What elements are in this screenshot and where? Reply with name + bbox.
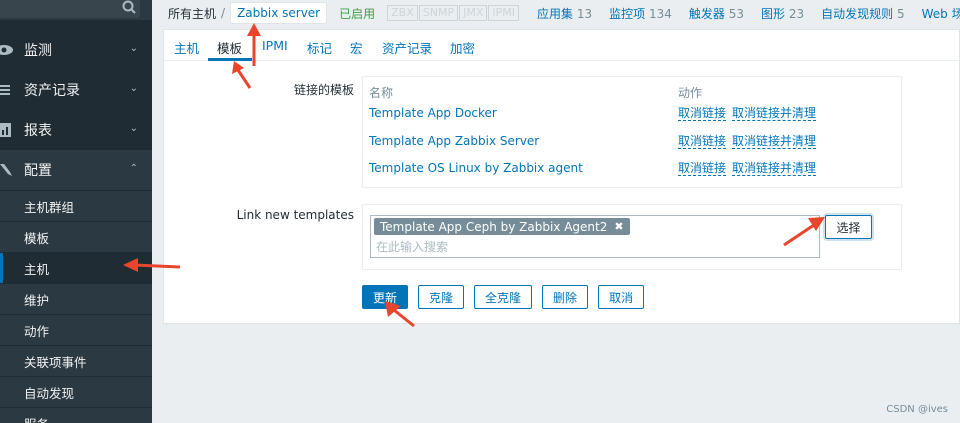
link-discovery-rules[interactable]: 自动发现规则 5 — [821, 5, 904, 22]
chevron-down-icon: ⌄ — [129, 123, 138, 134]
chevron-down-icon: ⌄ — [129, 83, 138, 94]
sidebar-item-configuration[interactable]: 配置 ⌃ — [0, 150, 152, 190]
watermark: CSDN @ives — [886, 404, 948, 415]
sidebar-item-actions[interactable]: 动作 — [0, 314, 152, 345]
template-multiselect[interactable]: Template App Ceph by Zabbix Agent2 ✖ — [370, 215, 820, 258]
tab-inventory[interactable]: 资产记录 — [382, 38, 432, 57]
breadcrumb-current-host[interactable]: Zabbix server — [230, 2, 328, 24]
sidebar-item-reports[interactable]: 报表 ⌄ — [0, 110, 152, 150]
link-items[interactable]: 监控项 134 — [609, 5, 672, 22]
column-header-name: 名称 — [369, 86, 394, 100]
bar-chart-icon — [0, 123, 11, 137]
link-web-scenarios[interactable]: Web 场景 — [922, 5, 960, 22]
sidebar-item-label: 资产记录 — [24, 83, 80, 99]
full-clone-button[interactable]: 全克隆 — [474, 285, 533, 309]
link-new-templates-label: Link new templates — [236, 208, 354, 222]
template-link[interactable]: Template OS Linux by Zabbix agent — [369, 161, 583, 175]
breadcrumb: 所有主机 / Zabbix server 已启用 ZBX SNMP JMX IP… — [152, 0, 960, 26]
sidebar-item-label: 监测 — [24, 43, 52, 59]
wrench-icon — [0, 164, 12, 176]
availability-ipmi: IPMI — [488, 5, 519, 21]
unlink-and-clear-link[interactable]: 取消链接并清理 — [732, 134, 817, 149]
status-badge[interactable]: 已启用 — [339, 5, 375, 22]
link-applications[interactable]: 应用集 13 — [537, 5, 592, 22]
unlink-link[interactable]: 取消链接 — [678, 106, 727, 121]
selected-template-chip: Template App Ceph by Zabbix Agent2 ✖ — [374, 218, 630, 235]
host-form-panel: 主机 模板 IPMI 标记 宏 资产记录 加密 链接的模板 名称 动作 Temp… — [163, 29, 960, 324]
template-link[interactable]: Template App Zabbix Server — [369, 134, 539, 148]
sidebar-item-label: 配置 — [24, 163, 52, 179]
sidebar-submenu: 主机群组 模板 主机 维护 动作 关联项事件 自动发现 服务 — [0, 190, 152, 423]
tab-host[interactable]: 主机 — [174, 38, 199, 57]
sidebar-item-discovery[interactable]: 自动发现 — [0, 376, 152, 407]
template-link[interactable]: Template App Docker — [369, 106, 497, 120]
chevron-up-icon: ⌃ — [129, 163, 138, 174]
select-button[interactable]: 选择 — [825, 215, 872, 239]
link-graphs[interactable]: 图形 23 — [761, 5, 804, 22]
sidebar-item-monitoring[interactable]: 监测 ⌄ — [0, 30, 152, 70]
column-header-action: 动作 — [678, 86, 703, 100]
unlink-and-clear-link[interactable]: 取消链接并清理 — [732, 161, 817, 176]
annotation-arrow-icon — [123, 258, 180, 272]
unlink-link[interactable]: 取消链接 — [678, 161, 727, 176]
cancel-button[interactable]: 取消 — [598, 285, 645, 309]
chip-label: Template App Ceph by Zabbix Agent2 — [380, 219, 608, 234]
sidebar-item-services[interactable]: 服务 — [0, 407, 152, 423]
sidebar-item-maintenance[interactable]: 维护 — [0, 283, 152, 314]
annotation-arrow-icon — [385, 301, 415, 328]
sidebar-item-event-correlation[interactable]: 关联项事件 — [0, 345, 152, 376]
tab-tags[interactable]: 标记 — [307, 38, 332, 57]
close-icon[interactable]: ✖ — [614, 220, 623, 233]
breadcrumb-all-hosts[interactable]: 所有主机 — [168, 5, 216, 22]
unlink-link[interactable]: 取消链接 — [678, 134, 727, 149]
list-icon — [0, 85, 10, 95]
sidebar-search-input[interactable] — [0, 0, 140, 18]
clone-button[interactable]: 克隆 — [418, 285, 465, 309]
tab-encryption[interactable]: 加密 — [450, 38, 475, 57]
sidebar-search — [0, 0, 152, 20]
delete-button[interactable]: 删除 — [542, 285, 589, 309]
linked-templates-table: 名称 动作 Template App Docker 取消链接 取消链接并清理 T… — [362, 76, 902, 188]
sidebar-item-host-groups[interactable]: 主机群组 — [0, 190, 152, 221]
annotation-arrow-icon — [783, 217, 825, 247]
sidebar-item-inventory[interactable]: 资产记录 ⌄ — [0, 70, 152, 110]
tab-macros[interactable]: 宏 — [350, 38, 363, 57]
availability-zbx: ZBX — [387, 5, 418, 21]
eye-icon — [0, 45, 13, 55]
tab-bar: 主机 模板 IPMI 标记 宏 资产记录 加密 — [164, 30, 960, 61]
template-search-input[interactable] — [376, 238, 806, 256]
unlink-and-clear-link[interactable]: 取消链接并清理 — [732, 106, 817, 121]
tab-ipmi[interactable]: IPMI — [262, 38, 288, 53]
availability-jmx: JMX — [459, 5, 488, 21]
chevron-down-icon: ⌄ — [129, 43, 138, 54]
link-triggers[interactable]: 触发器 53 — [689, 5, 744, 22]
sidebar-item-templates[interactable]: 模板 — [0, 221, 152, 252]
search-icon[interactable] — [120, 0, 138, 16]
breadcrumb-separator: / — [221, 6, 226, 20]
tab-templates[interactable]: 模板 — [217, 38, 242, 57]
sidebar: 监测 ⌄ 资产记录 ⌄ 报表 ⌄ 配置 ⌃ 主机群组 模板 主机 维护 动作 关… — [0, 0, 152, 423]
sidebar-item-label: 报表 — [24, 123, 52, 139]
availability-snmp: SNMP — [418, 5, 459, 21]
annotation-arrow-icon — [232, 61, 252, 89]
